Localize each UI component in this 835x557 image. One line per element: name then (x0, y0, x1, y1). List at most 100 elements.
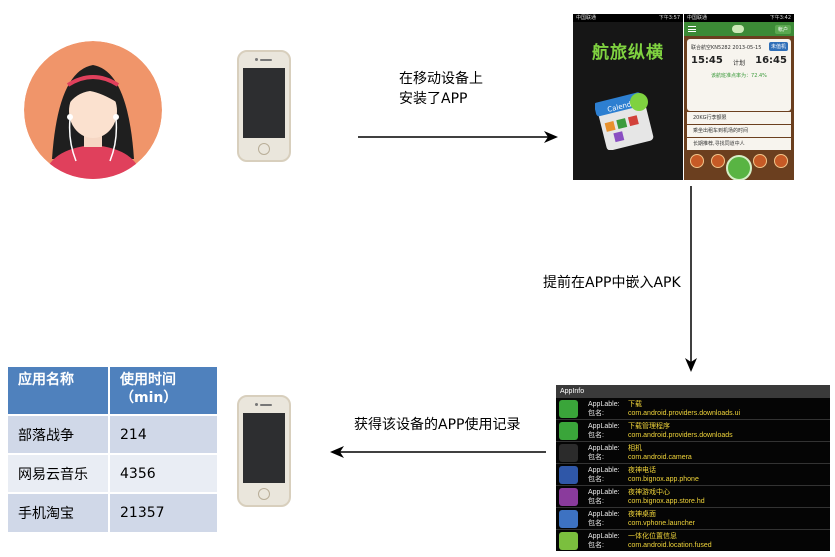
cell-app-name: 手机淘宝 (8, 492, 109, 532)
appinfo-list-item: AppLable: 相机包名: com.android.camera (556, 442, 830, 464)
package-key: 包名: (588, 432, 604, 439)
plan-label: 计划 (732, 60, 745, 67)
app-label-value: 夜神电话 (628, 467, 656, 474)
appinfo-list: AppLable: 下载包名: com.android.providers.down… (556, 398, 830, 551)
phone-icon (559, 466, 578, 484)
cell-minutes: 21357 (108, 492, 217, 532)
package-key: 包名: (588, 498, 604, 505)
appinfo-list-item: AppLable: 夜神游戏中心包名: com.bignox.app.store.h… (556, 486, 830, 508)
cell-app-name: 网易云音乐 (8, 453, 109, 493)
info-line: 长期推荐,寻找同道中人 (687, 138, 791, 150)
info-line: 20KG行李额限 (687, 112, 791, 124)
header-usage-unit: （min） (120, 390, 178, 406)
app-label-key: AppLable: (588, 511, 620, 518)
arrow-install-head (544, 131, 558, 143)
status-bar: 中国联通 下午3:42 (684, 14, 794, 22)
appinfo-list-item: AppLable: 下载管理程序 包名: com.android.providers.… (556, 420, 830, 442)
app-label-key: AppLable: (588, 489, 620, 496)
package-key: 包名: (588, 542, 604, 549)
header-usage-time: 使用时间 （min） (108, 367, 217, 415)
flight-info-list: 20KG行李额限 乘坐出租车到机场的时间 长期推荐,寻找同道中人 (687, 112, 791, 151)
user-avatar-icon (24, 41, 162, 179)
table-header-row: 应用名称 使用时间 （min） (8, 367, 217, 415)
service-bubble-icon (711, 154, 725, 168)
package-value: com.bignox.app.store.hd (628, 498, 705, 505)
app-label-value: 下载 (628, 401, 642, 408)
package-value: com.vphone.launcher (628, 520, 695, 527)
go-button-icon (726, 155, 752, 180)
account-button: 帐户 (774, 25, 791, 34)
appinfo-list-item: AppLable: 夜神电话包名: com.bignox.app.phone (556, 464, 830, 486)
arrival-time: 16:45 (755, 55, 787, 66)
package-key: 包名: (588, 454, 604, 461)
package-value: com.bignox.app.phone (628, 476, 699, 483)
carrier-label: 中国联通 (576, 15, 597, 21)
usage-table: 应用名称 使用时间 （min） 部落战争 214 网易云音乐 4356 手机淘宝… (8, 367, 217, 532)
package-value: com.android.location.fused (628, 542, 712, 549)
app-label-key: AppLable: (588, 467, 620, 474)
appinfo-list-item: AppLable: 一体化位置信息包名: com.android.location.… (556, 530, 830, 551)
package-key: 包名: (588, 476, 604, 483)
menu-icon (688, 26, 696, 32)
package-key: 包名: (588, 520, 604, 527)
cell-minutes: 4356 (108, 453, 217, 493)
camera-icon (559, 444, 578, 462)
departure-time: 15:45 (691, 55, 723, 66)
download-icon (559, 422, 578, 440)
flight-card: 未值机 联合航空KN5282 2013-05-15 15:45 计划 16:45… (687, 39, 791, 111)
package-value: com.android.providers.downloads (628, 432, 733, 439)
android-icon (559, 532, 578, 550)
phone-home-button (258, 143, 270, 155)
phone-camera (255, 403, 258, 406)
arrow-records-head (330, 446, 344, 458)
carrier-label: 中国联通 (687, 15, 708, 21)
nox-icon (559, 488, 578, 506)
app-flight-screenshot: 中国联通 下午3:42 帐户 未值机 联合航空KN5282 2013-05-15… (684, 14, 794, 180)
app-splash-screenshot: 中国联通 下午3:57 航旅纵横 Calendar (573, 14, 683, 180)
cell-minutes: 214 (108, 414, 217, 454)
app-logo-text: 航旅纵横 (592, 43, 664, 63)
app-label-value: 一体化位置信息 (628, 533, 677, 540)
phone-camera (255, 58, 258, 61)
table-row: 部落战争 214 (8, 414, 217, 454)
table-row: 网易云音乐 4356 (8, 453, 217, 493)
download-icon (559, 400, 578, 418)
service-bubble-icon (753, 154, 767, 168)
appinfo-screenshot: AppInfo AppLable: 下载包名: com.android.provid… (556, 385, 830, 551)
app-label-key: AppLable: (588, 445, 620, 452)
package-value: com.android.camera (628, 454, 692, 461)
service-bubble-icon (690, 154, 704, 168)
table-row: 手机淘宝 21357 (8, 492, 217, 532)
phone-screen (243, 413, 285, 483)
calendar-icon: Calendar (595, 92, 654, 150)
appinfo-list-item: AppLable: 夜神桌面包名: com.vphone.launcher (556, 508, 830, 530)
info-line: 乘坐出租车到机场的时间 (687, 125, 791, 137)
status-bar: 中国联通 下午3:57 (573, 14, 683, 22)
appinfo-list-item: AppLable: 下载 包名: com.android.providers.down… (556, 398, 830, 420)
records-caption: 获得该设备的APP使用记录 (354, 417, 521, 433)
mobile-phone-icon (237, 395, 291, 507)
app-logo-icon (732, 25, 744, 33)
service-bubble-icon (774, 154, 788, 168)
app-nav-bar: 帐户 (684, 22, 794, 36)
flight-times: 15:45 计划 16:45 (687, 51, 791, 67)
arrow-embed-head (685, 358, 697, 372)
cell-app-name: 部落战争 (8, 414, 109, 454)
app-label-value: 相机 (628, 445, 642, 452)
checkin-status-badge: 未值机 (768, 42, 788, 51)
app-label-value: 夜神游戏中心 (628, 489, 670, 496)
app-label-key: AppLable: (588, 401, 620, 408)
appinfo-title: AppInfo (556, 385, 830, 398)
status-time: 下午3:57 (658, 15, 680, 21)
header-usage-time-label: 使用时间 (120, 372, 176, 388)
flight-number: 联合航空KN5282 (691, 45, 731, 51)
nox-icon (559, 510, 578, 528)
phone-speaker (260, 59, 272, 61)
on-time-rate: 该航班准点率为：72.4% (711, 73, 767, 79)
app-label-value: 夜神桌面 (628, 511, 656, 518)
header-app-name: 应用名称 (8, 367, 109, 415)
app-label-key: AppLable: (588, 533, 620, 540)
mobile-phone-icon (237, 50, 291, 162)
package-key: 包名: (588, 410, 604, 417)
embed-caption: 提前在APP中嵌入APK (543, 275, 681, 291)
